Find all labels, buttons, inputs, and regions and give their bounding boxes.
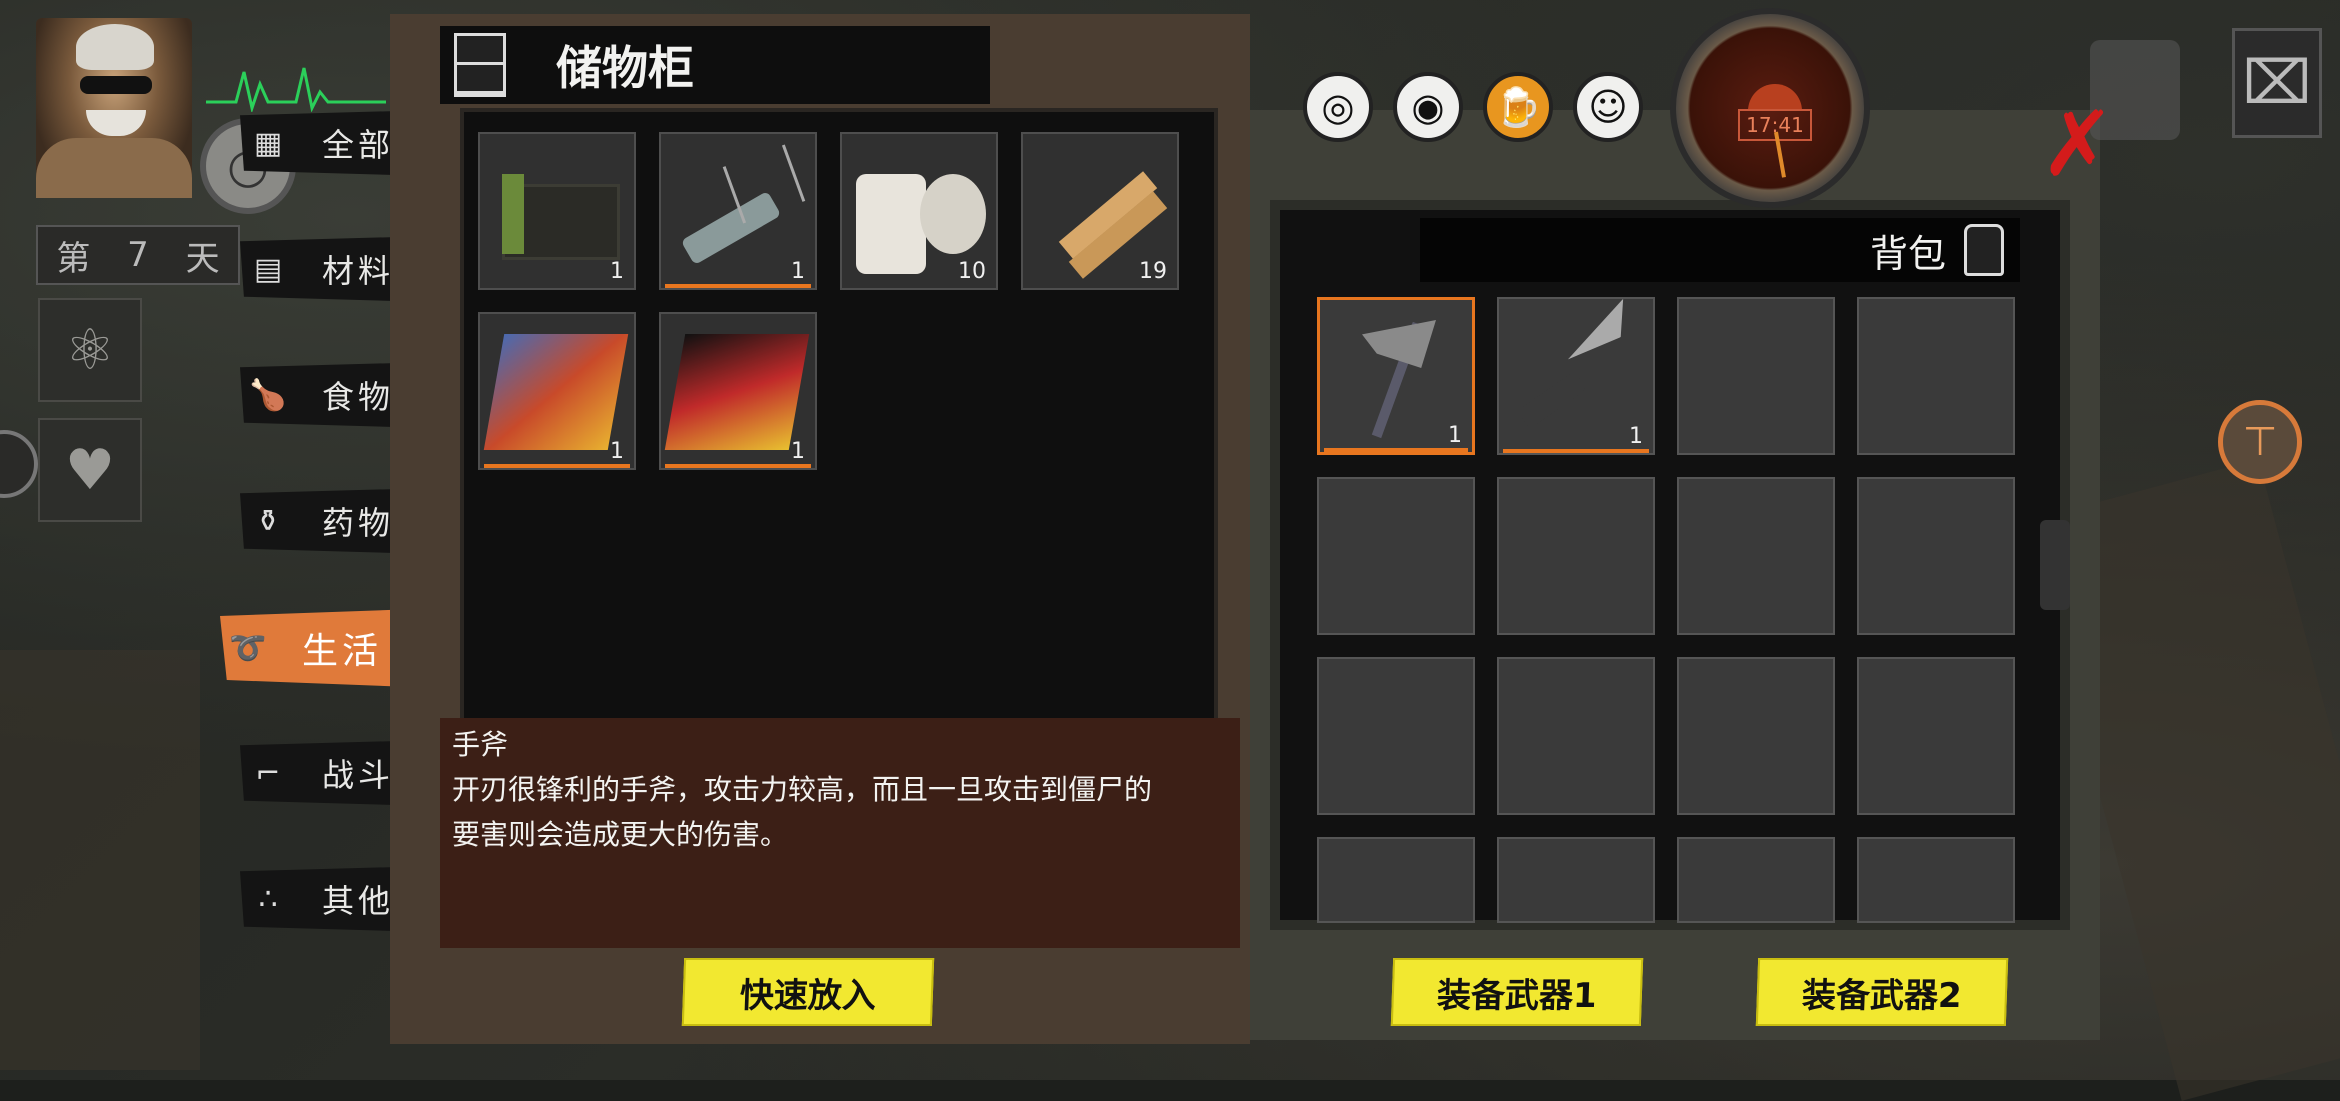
backpack-title: 背包	[1869, 231, 1946, 276]
durability-bar	[484, 464, 630, 468]
equip-weapon-1-button[interactable]: 装备武器1	[1390, 958, 1644, 1026]
portrait-coat	[36, 138, 192, 198]
tab-label: 材料	[322, 252, 395, 290]
storage-slot-discovery[interactable]: 1	[659, 312, 817, 470]
storage-title: 储物柜	[556, 41, 694, 95]
day-clock: 17:41	[1670, 8, 1870, 208]
pill-icon[interactable]: ◎	[1303, 72, 1373, 142]
axe-head	[1362, 320, 1436, 368]
bandage-roll	[920, 174, 986, 254]
grid-icon: ▦	[253, 125, 287, 161]
cabinet-icon	[454, 33, 506, 97]
character-portrait[interactable]	[36, 18, 192, 198]
knife-handle	[1517, 370, 1587, 430]
atom-skill-icon[interactable]: ⚛	[38, 298, 142, 402]
item-count: 1	[610, 259, 624, 284]
rope-icon: ➰	[229, 630, 271, 666]
sun-icon	[1748, 84, 1802, 111]
tab-label: 全部	[322, 126, 395, 164]
tab-label: 生活	[302, 631, 383, 672]
backpack-slot-empty[interactable]	[1677, 297, 1835, 455]
backpack-slot-empty[interactable]	[1677, 657, 1835, 815]
backpack-slot-empty[interactable]	[1857, 477, 2015, 635]
dots-icon: ∴	[258, 881, 282, 917]
faucet-icon[interactable]: ⊤	[2218, 400, 2302, 484]
close-icon[interactable]: ✗	[2040, 100, 2115, 190]
storage-slot-box[interactable]: 1	[478, 132, 636, 290]
tab-label: 战斗	[322, 756, 395, 794]
item-description-line: 开刃很锋利的手斧，攻击力较高，而且一旦攻击到僵尸的	[452, 773, 1153, 806]
equip-weapon-2-button[interactable]: 装备武器2	[1755, 958, 2009, 1026]
item-count: 10	[958, 259, 986, 284]
tab-label: 食物	[322, 378, 395, 416]
smile-icon[interactable]: ☺	[1573, 72, 1643, 142]
durability-bar	[665, 284, 811, 288]
storage-header: 储物柜	[440, 26, 990, 104]
item-count: 1	[791, 259, 805, 284]
backpack-slot-knife[interactable]: 1	[1497, 297, 1655, 455]
backpack-header: 背包	[1420, 218, 2020, 282]
backpack-slot-empty[interactable]	[1677, 837, 1835, 923]
item-count: 1	[1629, 424, 1643, 449]
chicken-icon: 🍗	[249, 377, 291, 413]
tab-label: 其他	[322, 882, 395, 920]
quick-put-button[interactable]: 快速放入	[681, 958, 935, 1026]
backpack-zipper	[2040, 520, 2070, 610]
durability-bar	[1503, 449, 1649, 453]
exit-door-icon[interactable]: ⌧	[2232, 28, 2322, 138]
portrait-glasses	[80, 76, 152, 94]
durability-bar	[665, 464, 811, 468]
tab-label: 药物	[322, 504, 395, 542]
bandage-item	[856, 174, 926, 274]
background-plank	[0, 650, 200, 1070]
item-count: 1	[1448, 423, 1462, 448]
portrait-hair	[76, 24, 154, 70]
backpack-slot-empty[interactable]	[1677, 477, 1835, 635]
day-suffix: 天	[185, 238, 220, 279]
item-count: 1	[610, 439, 624, 464]
backpack-icon	[1964, 224, 2004, 276]
item-count: 19	[1139, 259, 1167, 284]
beer-icon[interactable]: 🍺	[1483, 72, 1553, 142]
eye-icon[interactable]: ◉	[1393, 72, 1463, 142]
day-number: 7	[127, 235, 149, 275]
knife-blade	[1558, 299, 1641, 369]
item-count: 1	[791, 439, 805, 464]
backpack-slot-empty[interactable]	[1317, 477, 1475, 635]
backpack-slot-empty[interactable]	[1317, 657, 1475, 815]
item-description-line: 要害则会造成更大的伤害。	[452, 818, 789, 851]
durability-bar	[1324, 448, 1468, 452]
backpack-slot-empty[interactable]	[1497, 657, 1655, 815]
backpack-slot-hand-axe[interactable]: 1	[1317, 297, 1475, 455]
day-counter: 第 7 天	[36, 225, 240, 285]
pistol-icon: ⌐	[255, 755, 285, 791]
heartbeat-pulse-icon	[206, 67, 386, 112]
item-description: 手斧 开刃很锋利的手斧，攻击力较高，而且一旦攻击到僵尸的 要害则会造成更大的伤害…	[440, 718, 1240, 948]
box-item-side	[502, 174, 524, 254]
portrait-beard	[86, 110, 146, 136]
backpack-slot-empty[interactable]	[1857, 297, 2015, 455]
backpack-slot-empty[interactable]	[1857, 837, 2015, 923]
comic-magazine-item	[483, 334, 629, 450]
heart-health-icon[interactable]: ♥	[38, 418, 142, 522]
backpack-slot-empty[interactable]	[1497, 837, 1655, 923]
item-name: 手斧	[452, 728, 509, 761]
discovery-magazine-item	[664, 334, 810, 450]
planks-icon: ▤	[253, 251, 287, 287]
backpack-slot-empty[interactable]	[1317, 837, 1475, 923]
day-prefix: 第	[56, 238, 91, 279]
pill-bottle-icon: ⚱	[255, 503, 285, 539]
backpack-slot-empty[interactable]	[1857, 657, 2015, 815]
storage-slot-planks[interactable]: 19	[1021, 132, 1179, 290]
storage-slot-comic[interactable]: 1	[478, 312, 636, 470]
storage-slot-bandage[interactable]: 10	[840, 132, 998, 290]
backpack-slot-empty[interactable]	[1497, 477, 1655, 635]
storage-slot-lockpick[interactable]: 1	[659, 132, 817, 290]
